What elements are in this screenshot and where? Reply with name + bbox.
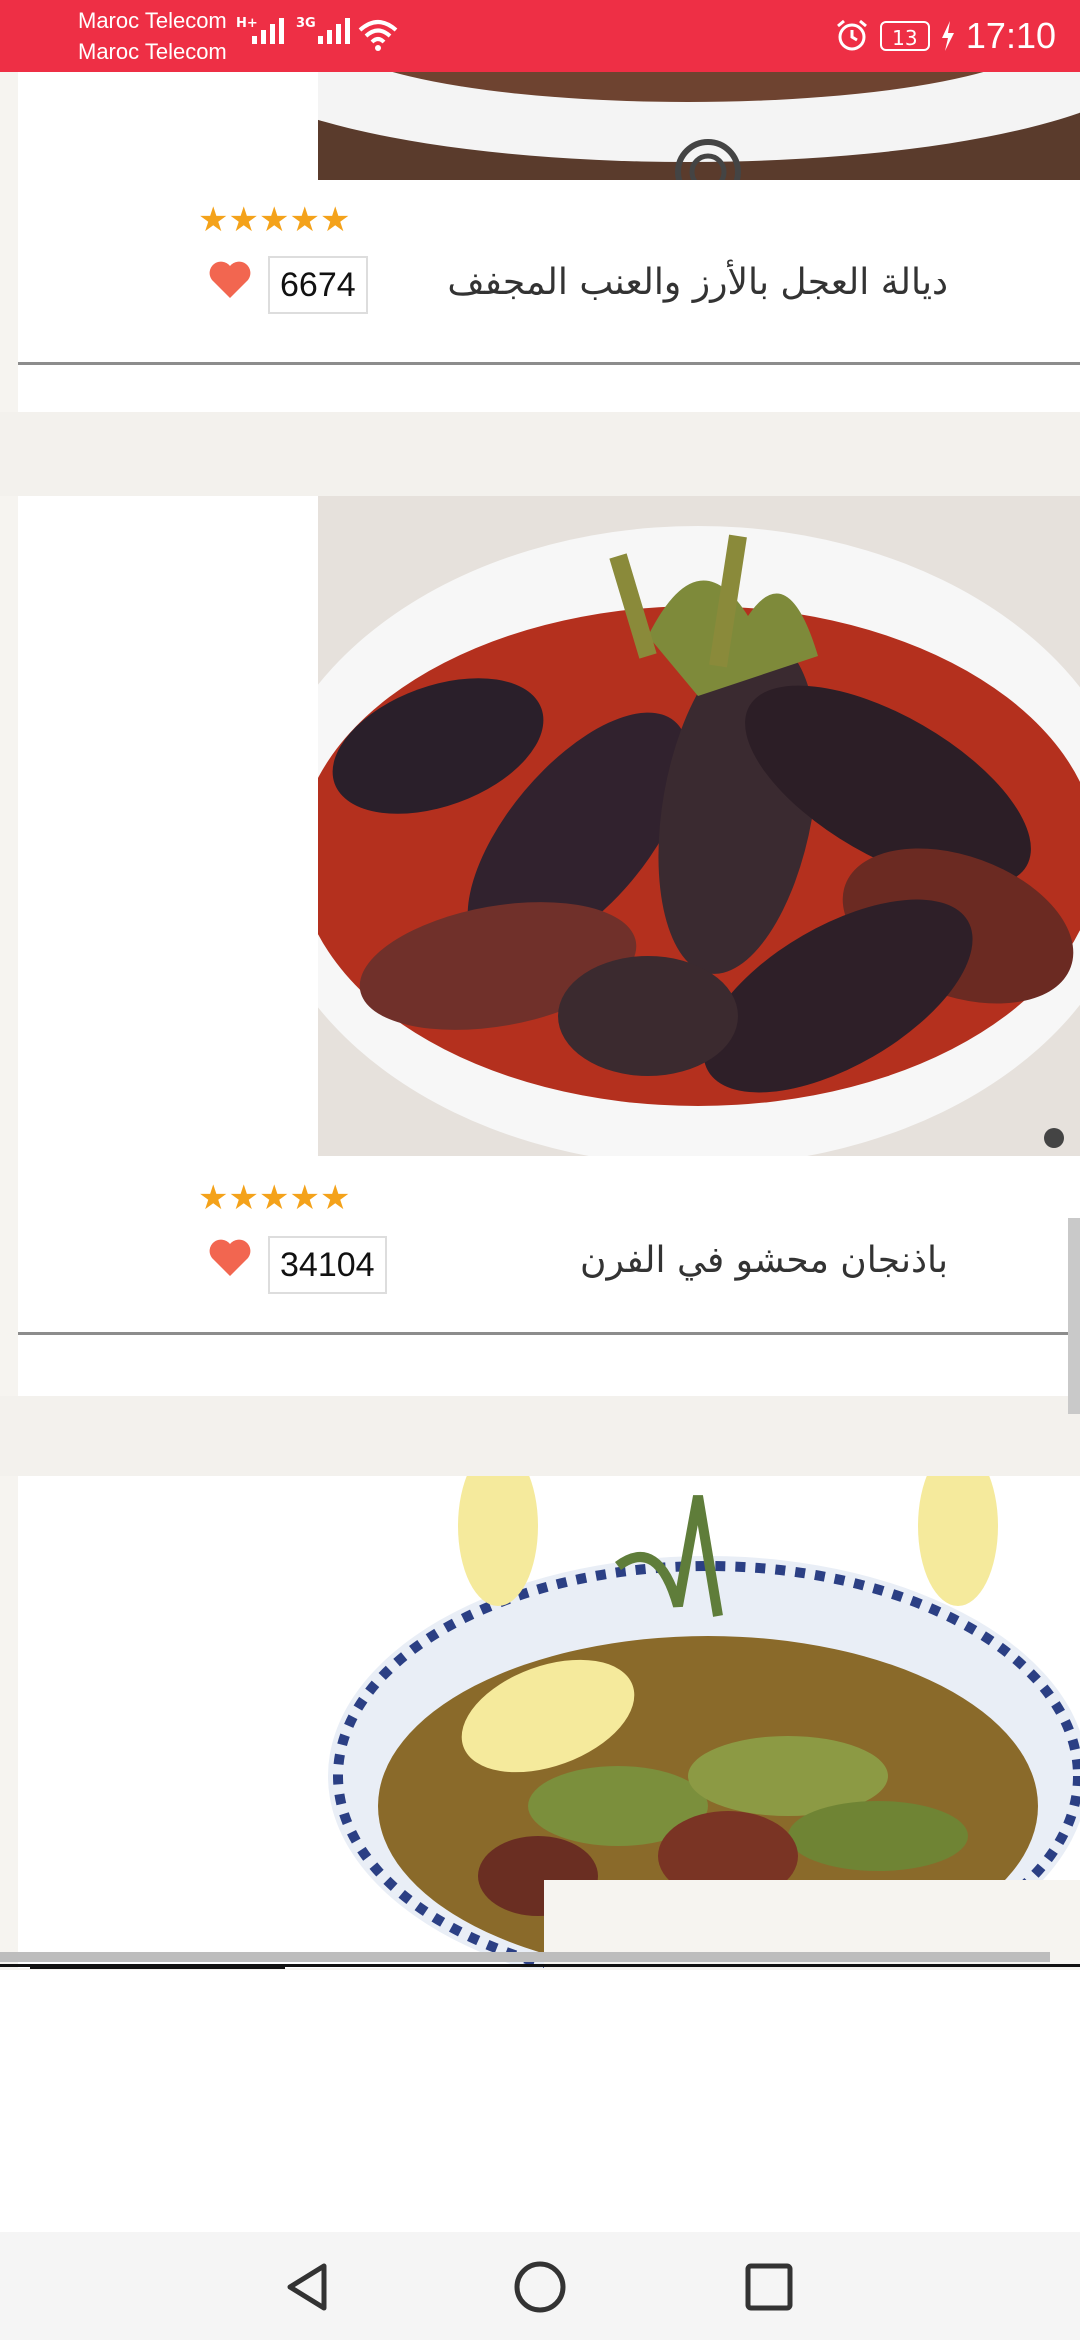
signal-icon xyxy=(318,18,350,44)
star-icon: ★ xyxy=(258,1178,290,1218)
recipe-card[interactable]: ★ ★ ★ ★ ★ 6674 ديالة العجل بالأرز والعنب الم… xyxy=(18,72,1080,412)
back-triangle-icon[interactable] xyxy=(272,2252,342,2322)
star-icon: ★ xyxy=(319,1178,351,1218)
home-circle-icon[interactable] xyxy=(505,2252,575,2322)
heart-icon[interactable] xyxy=(206,256,254,304)
blank-area xyxy=(0,1970,1080,2232)
status-bar: Maroc Telecom Maroc Telecom H+ 3G 13 17:… xyxy=(0,0,1080,72)
clock: 17:10 xyxy=(965,15,1056,56)
favorite-count: 34104 xyxy=(268,1236,387,1294)
star-icon: ★ xyxy=(258,200,290,240)
rating-stars: ★ ★ ★ ★ ★ xyxy=(198,200,351,240)
rating-stars: ★ ★ ★ ★ ★ xyxy=(198,1178,351,1218)
star-icon: ★ xyxy=(289,200,320,240)
recipe-title[interactable]: ديالة العجل بالأرز والعنب المجفف xyxy=(447,262,948,303)
wifi-icon xyxy=(358,20,398,51)
recipe-title[interactable]: باذنجان محشو في الفرن xyxy=(580,1240,948,1281)
favorite-count: 6674 xyxy=(268,256,368,314)
recipe-list[interactable]: ★ ★ ★ ★ ★ 6674 ديالة العجل بالأرز والعنب الم… xyxy=(0,72,1080,1968)
recipe-card[interactable]: ★ ★ ★ ★ ★ 34104 باذنجان محشو في الفرن xyxy=(18,496,1080,1396)
star-icon: ★ xyxy=(198,1178,229,1218)
recipe-image[interactable] xyxy=(318,496,1080,1156)
recipe-card[interactable] xyxy=(18,1476,1080,1968)
star-icon: ★ xyxy=(319,200,351,240)
battery-icon: 13 xyxy=(879,21,930,51)
divider xyxy=(18,1332,1080,1335)
recipe-image[interactable] xyxy=(318,72,1080,180)
horizontal-scrollbar[interactable] xyxy=(0,1952,1050,1962)
carrier-name: Maroc Telecom xyxy=(78,39,227,64)
network-type: 3G xyxy=(296,16,316,31)
heart-icon[interactable] xyxy=(206,1234,254,1282)
signal-icon xyxy=(252,18,284,44)
star-icon: ★ xyxy=(198,200,229,240)
carrier-name: Maroc Telecom xyxy=(78,8,227,33)
system-nav-bar xyxy=(0,2232,1080,2340)
star-icon: ★ xyxy=(289,1178,320,1218)
alarm-icon xyxy=(836,19,867,51)
divider xyxy=(18,362,1080,365)
card-gap xyxy=(0,1396,1080,1476)
charging-icon xyxy=(941,21,954,51)
progress-indicator xyxy=(30,1966,285,1969)
vertical-scrollbar[interactable] xyxy=(1068,1218,1080,1414)
star-icon: ★ xyxy=(228,200,259,240)
star-icon: ★ xyxy=(228,1178,259,1218)
recents-square-icon[interactable] xyxy=(734,2252,804,2322)
card-gap xyxy=(0,412,1080,496)
